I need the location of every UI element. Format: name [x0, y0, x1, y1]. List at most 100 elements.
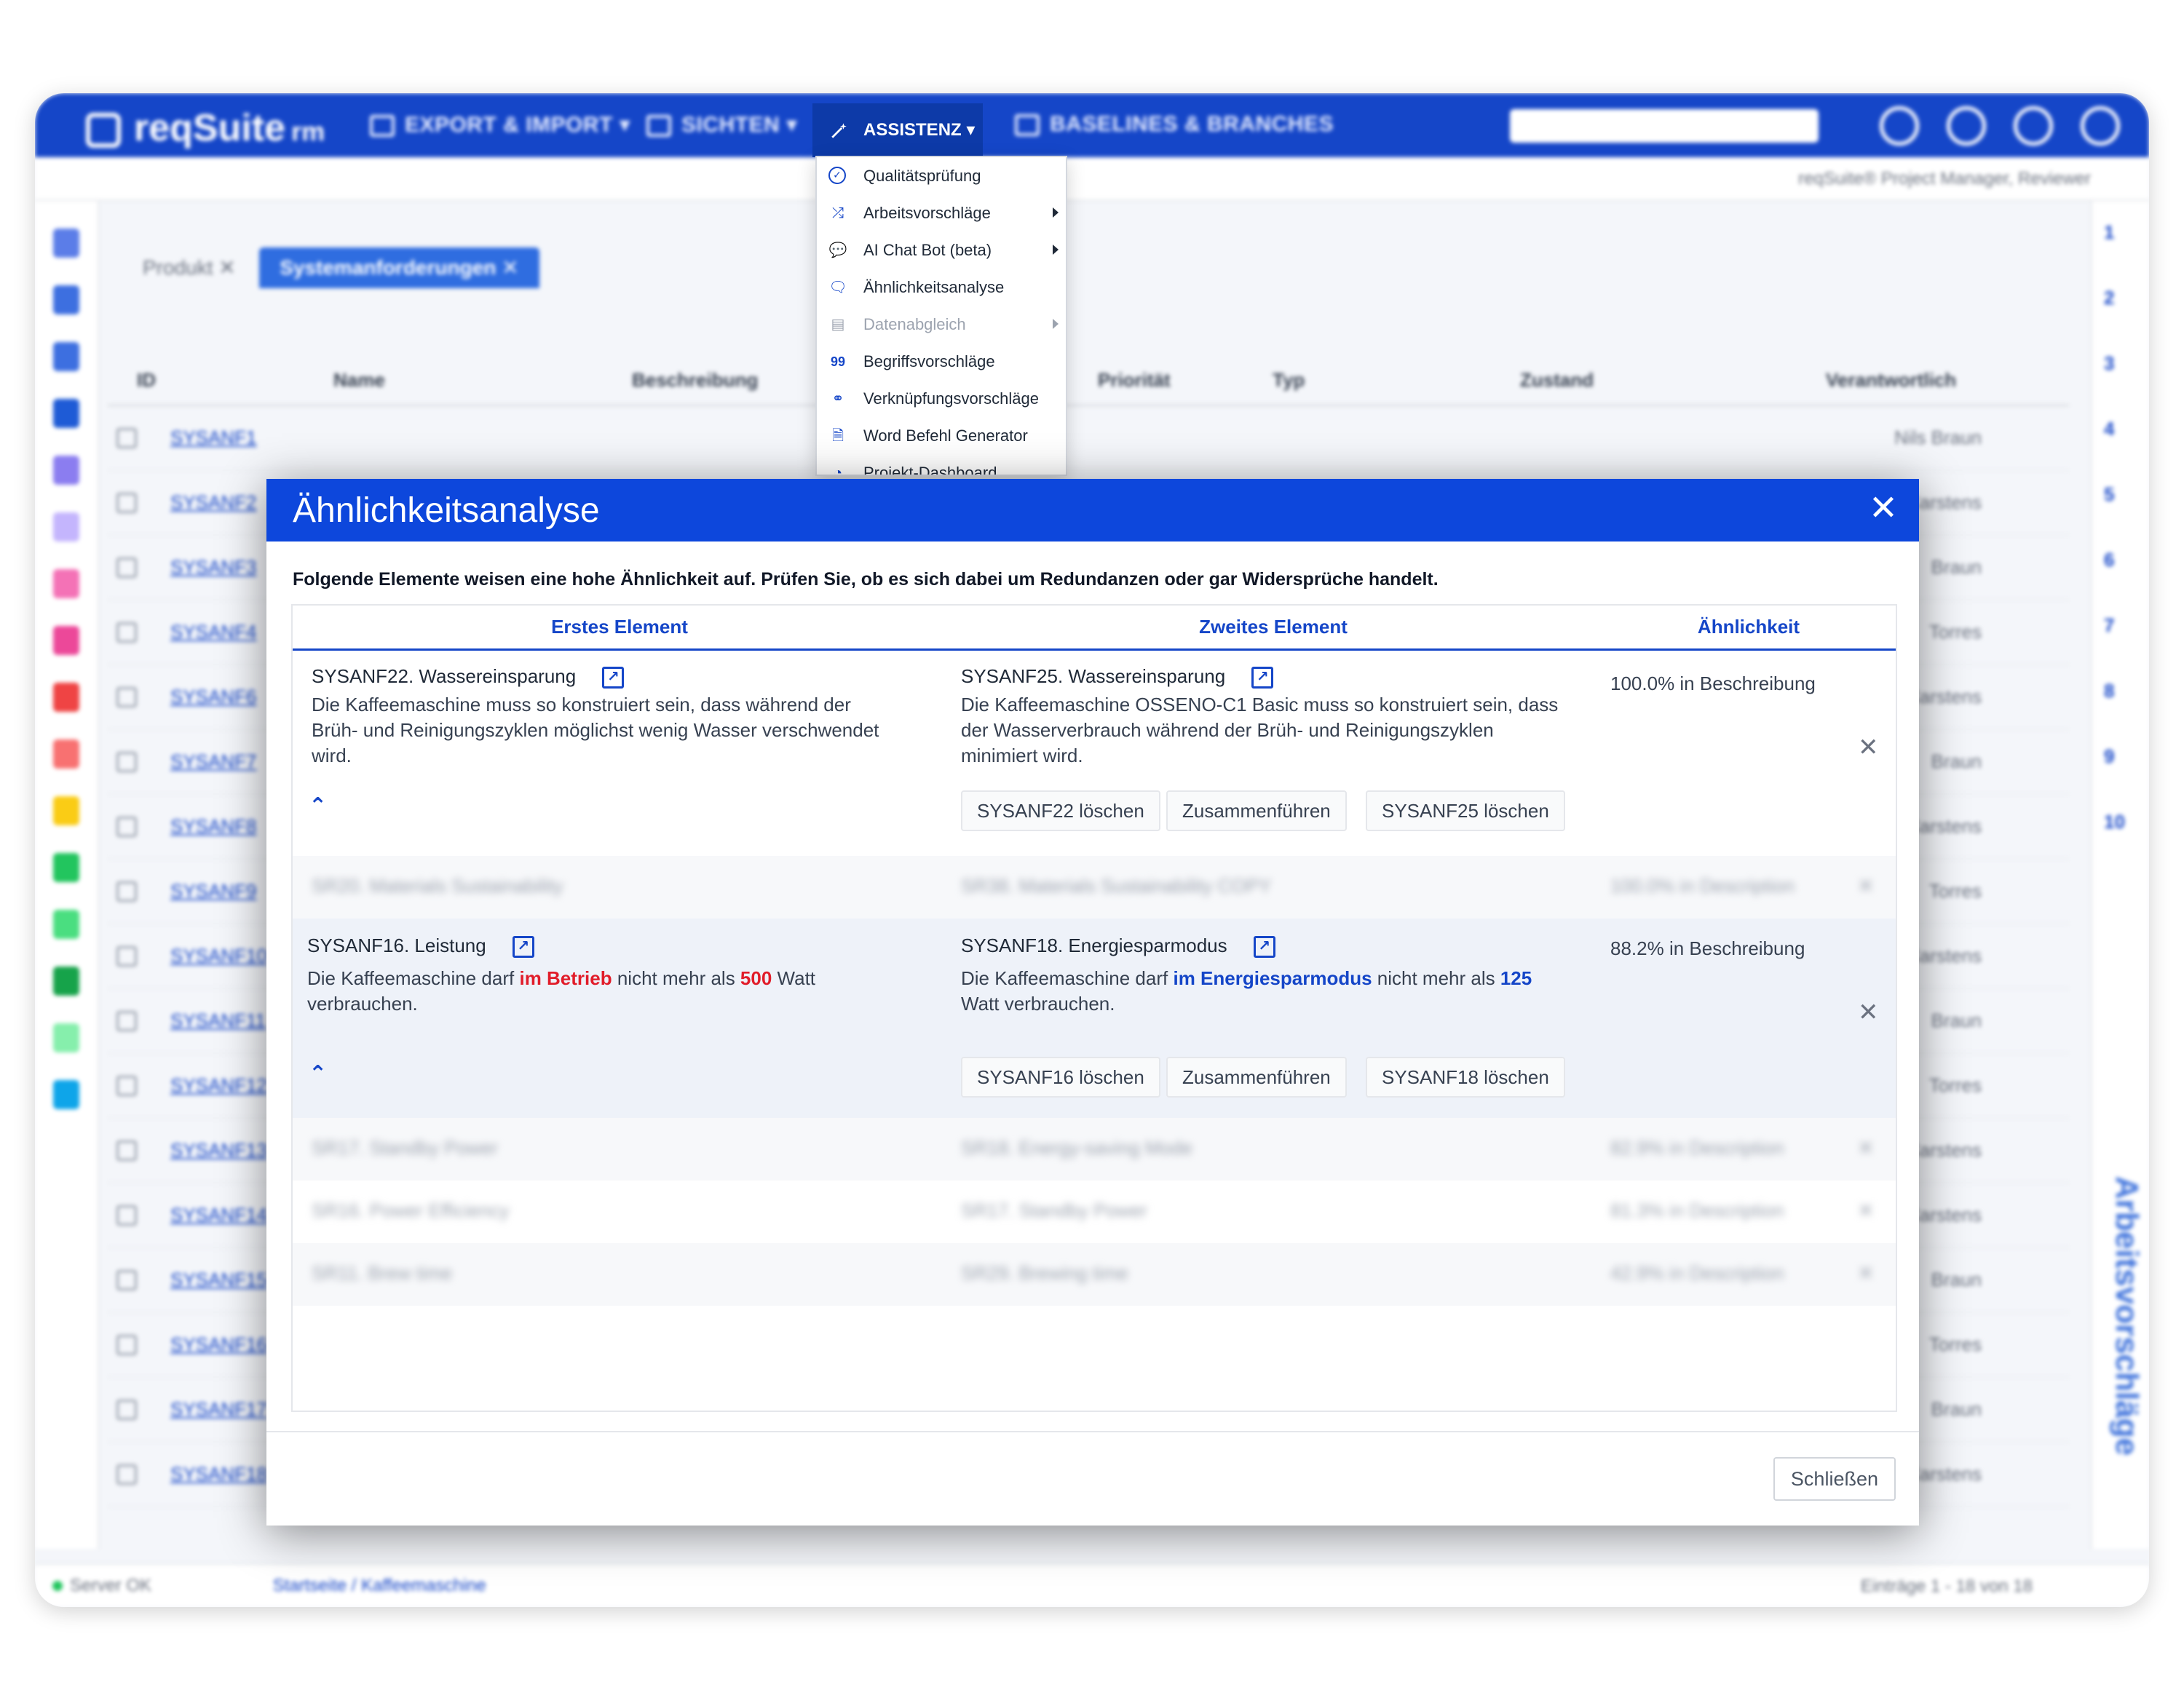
- menu-item-projekt-dashboard[interactable]: ◔ Projekt-Dashboard: [817, 454, 1066, 475]
- rail-number[interactable]: 6: [2104, 549, 2149, 594]
- document-icon[interactable]: [53, 342, 79, 371]
- row-checkbox[interactable]: [116, 686, 137, 707]
- rail-number[interactable]: 4: [2104, 418, 2149, 463]
- menu-item-ai-chat-bot[interactable]: 💬 AI Chat Bot (beta): [817, 231, 1066, 269]
- row-id-link[interactable]: SYSANF1: [170, 427, 287, 449]
- settings-icon[interactable]: [53, 285, 79, 314]
- checkmark-icon[interactable]: [53, 853, 79, 882]
- external-link-icon[interactable]: ↗: [1251, 667, 1274, 689]
- table-row[interactable]: SYSANF1 Nils Braun: [108, 406, 2069, 471]
- book-icon[interactable]: [53, 1080, 79, 1109]
- row-checkbox[interactable]: [116, 1075, 137, 1096]
- row-checkbox[interactable]: [116, 622, 137, 643]
- rail-number[interactable]: 5: [2104, 483, 2149, 528]
- menu-item-arbeitsvorschlaege[interactable]: ⤮ Arbeitsvorschläge: [817, 194, 1066, 231]
- lightning-icon[interactable]: [53, 796, 79, 825]
- collapsed-second: SR17. Standby Power: [961, 1199, 1147, 1221]
- tools-icon[interactable]: [1947, 106, 1986, 146]
- rail-number[interactable]: 9: [2104, 745, 2149, 790]
- light-green-file-icon[interactable]: [53, 1023, 79, 1052]
- merge-button[interactable]: Zusammenführen: [1166, 1057, 1347, 1098]
- green-file-icon[interactable]: [53, 967, 79, 996]
- work-suggestions-label[interactable]: Arbeitsvorschläge: [2108, 1176, 2145, 1456]
- row-checkbox[interactable]: [116, 1269, 137, 1290]
- col-owner[interactable]: Verantwortlich: [1797, 369, 1956, 392]
- row-checkbox[interactable]: [116, 1140, 137, 1161]
- red-file-icon[interactable]: [53, 683, 79, 712]
- col-state[interactable]: Zustand: [1491, 369, 1797, 392]
- row-checkbox[interactable]: [116, 881, 137, 902]
- dismiss-icon[interactable]: ✕: [1858, 1000, 1879, 1025]
- external-link-icon[interactable]: ↗: [1253, 936, 1275, 959]
- tab-produkt[interactable]: Produkt ✕: [122, 247, 256, 288]
- row-checkbox[interactable]: [116, 427, 137, 448]
- rail-number[interactable]: 2: [2104, 287, 2149, 332]
- row-checkbox[interactable]: [116, 1399, 137, 1420]
- avatar[interactable]: [2081, 106, 2120, 146]
- menu-item-begriffsvorschlaege[interactable]: 99 Begriffsvorschläge: [817, 343, 1066, 380]
- list-icon[interactable]: [53, 910, 79, 939]
- row-checkbox[interactable]: [116, 557, 137, 578]
- col-priority[interactable]: Priorität: [1069, 369, 1243, 392]
- dismiss-icon[interactable]: ✕: [1858, 1199, 1874, 1222]
- nav-sichten[interactable]: SICHTEN ▾: [646, 112, 798, 138]
- row-checkbox[interactable]: [116, 492, 137, 513]
- menu-item-verknuepfungsvorschlaege[interactable]: ⚭ Verknüpfungsvorschläge: [817, 380, 1066, 417]
- rail-number[interactable]: 8: [2104, 680, 2149, 725]
- global-search-input[interactable]: [1510, 109, 1819, 143]
- menu-item-datenabgleich[interactable]: ▤ Datenabgleich: [817, 306, 1066, 343]
- file-icon[interactable]: [53, 456, 79, 485]
- row-owner: Braun: [1931, 1009, 1982, 1031]
- chevron-up-icon[interactable]: ⌃: [309, 1063, 327, 1085]
- chevron-up-icon[interactable]: ⌃: [309, 796, 327, 817]
- rail-number[interactable]: 1: [2104, 221, 2149, 266]
- rail-number[interactable]: 3: [2104, 352, 2149, 397]
- nav-baselines-branches[interactable]: BASELINES & BRANCHES: [1015, 112, 1334, 137]
- row-checkbox[interactable]: [116, 945, 137, 967]
- collapsed-pair-row[interactable]: SR20. Materials Sustainability SR38. Mat…: [293, 856, 1896, 919]
- delete-first-button[interactable]: SYSANF22 löschen: [961, 790, 1160, 831]
- col-id[interactable]: ID: [108, 369, 304, 392]
- external-link-icon[interactable]: ↗: [512, 936, 534, 959]
- breadcrumb[interactable]: Startseite / Kaffeemaschine: [273, 1576, 486, 1595]
- collapsed-pair-row[interactable]: SR11. Brew time SR29. Brewing time 42.9%…: [293, 1243, 1896, 1306]
- nav-assistenz[interactable]: ASSISTENZ ▾: [812, 103, 983, 157]
- nav-export-import[interactable]: EXPORT & IMPORT ▾: [370, 112, 630, 138]
- close-button[interactable]: Schließen: [1773, 1457, 1896, 1501]
- desc-text: Die Kaffeemaschine darf: [307, 967, 520, 989]
- menu-item-word-befehl-generator[interactable]: 🗎 Word Befehl Generator: [817, 417, 1066, 454]
- row-checkbox[interactable]: [116, 1334, 137, 1355]
- external-link-icon[interactable]: ↗: [602, 667, 625, 689]
- tree-icon[interactable]: [53, 739, 79, 769]
- row-checkbox[interactable]: [116, 1010, 137, 1031]
- delete-second-button[interactable]: SYSANF18 löschen: [1366, 1057, 1565, 1098]
- help-icon[interactable]: [2014, 106, 2053, 146]
- dismiss-icon[interactable]: ✕: [1858, 1137, 1874, 1159]
- network-icon[interactable]: [53, 399, 79, 428]
- delete-first-button[interactable]: SYSANF16 löschen: [961, 1057, 1160, 1098]
- chart-icon[interactable]: [53, 626, 79, 655]
- merge-button[interactable]: Zusammenführen: [1166, 790, 1347, 831]
- row-checkbox[interactable]: [116, 751, 137, 772]
- dismiss-icon[interactable]: ✕: [1858, 735, 1879, 760]
- tab-systemanforderungen[interactable]: Systemanforderungen ✕: [259, 247, 539, 288]
- col-name[interactable]: Name: [304, 369, 603, 392]
- col-type[interactable]: Typ: [1243, 369, 1491, 392]
- pink-file-icon[interactable]: [53, 569, 79, 598]
- row-checkbox[interactable]: [116, 1464, 137, 1485]
- grid-icon[interactable]: [53, 512, 79, 541]
- collapsed-pair-row[interactable]: SR17. Standby Power SR18. Energy-saving …: [293, 1118, 1896, 1181]
- menu-item-qualitaetspruefung[interactable]: ✓ Qualitätsprüfung: [817, 157, 1066, 194]
- row-checkbox[interactable]: [116, 816, 137, 837]
- menu-icon[interactable]: [53, 229, 79, 258]
- menu-item-aehnlichkeitsanalyse[interactable]: 🗨 Ähnlichkeitsanalyse: [817, 269, 1066, 306]
- home-icon[interactable]: [1880, 106, 1919, 146]
- dismiss-icon[interactable]: ✕: [1858, 1262, 1874, 1285]
- delete-second-button[interactable]: SYSANF25 löschen: [1366, 790, 1565, 831]
- close-icon[interactable]: ✕: [1865, 491, 1902, 527]
- dismiss-icon[interactable]: ✕: [1858, 875, 1874, 897]
- rail-number[interactable]: 10: [2104, 811, 2149, 856]
- collapsed-pair-row[interactable]: SR16. Power Efficiency SR17. Standby Pow…: [293, 1181, 1896, 1243]
- row-checkbox[interactable]: [116, 1205, 137, 1226]
- rail-number[interactable]: 7: [2104, 614, 2149, 659]
